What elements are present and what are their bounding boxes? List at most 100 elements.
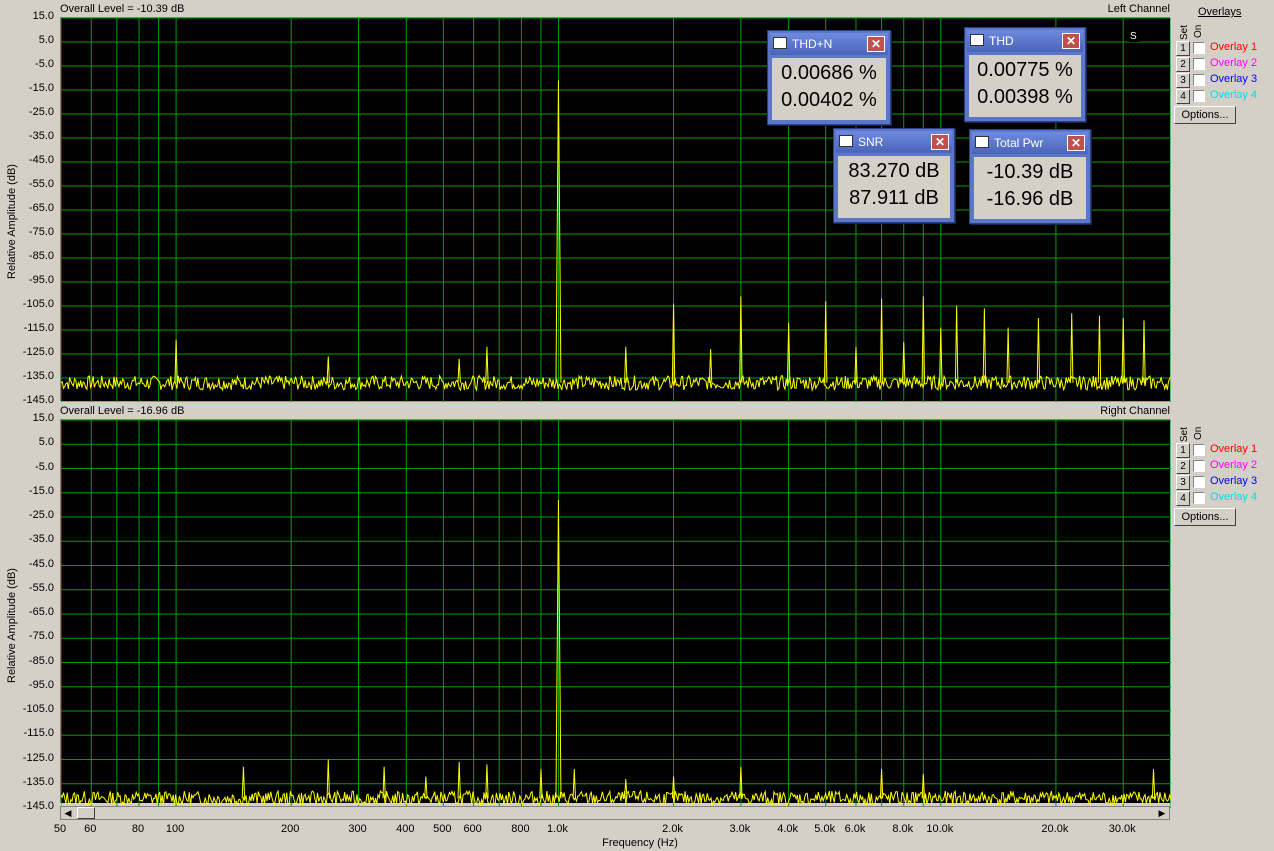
spectrum-plot-right[interactable] [60,419,1171,808]
y-tick-label: -115.0 [23,322,54,334]
scroll-thumb[interactable] [77,807,95,819]
right-overlay-row: 2 Overlay 2 [1174,459,1272,474]
y-tick-label: 5.0 [38,34,54,46]
spectrum-peak [485,346,489,383]
snr-value-right: 87.911 dB [849,187,939,209]
snr-value-left: 83.270 dB [848,160,940,182]
scroll-right-icon[interactable]: ▶ [1155,807,1169,819]
options-button-right[interactable]: Options... [1174,508,1236,526]
y-tick-label: -135.0 [22,370,54,382]
overlay-label: Overlay 4 [1210,491,1258,503]
spectrum-peak [241,766,246,799]
meter-icon [839,135,853,147]
spectrum-peak [1070,313,1074,383]
y-tick-label: -25.0 [28,106,54,118]
meter-icon [970,34,984,46]
y-axis-label-left: Relative Amplitude (dB) [6,164,18,279]
spectrum-peak [1036,317,1041,383]
close-icon[interactable]: ✕ [1062,33,1080,49]
top-panel-header: Overall Level = -10.39 dB Left Channel [60,3,1170,17]
generator-wave-icon[interactable]: S [1128,26,1168,44]
total-power-value-right: -16.96 dB [986,188,1074,210]
thd-value-left: 0.00775 % [977,59,1073,81]
overlays-title[interactable]: Overlays [1198,6,1241,18]
left-overlay-row: 2 Overlay 2 [1174,57,1272,72]
right-overlay-row: 1 Overlay 1 [1174,443,1272,458]
y-tick-label: -25.0 [28,509,54,521]
scroll-left-icon[interactable]: ◀ [61,807,75,819]
overlay-label: Overlay 1 [1210,41,1258,53]
overlay-on-checkbox[interactable] [1193,90,1205,102]
options-button-left[interactable]: Options... [1174,106,1236,124]
overlay-label: Overlay 4 [1210,89,1258,101]
overlay-set-button[interactable]: 2 [1176,459,1190,474]
y-tick-label: -15.0 [28,484,54,497]
y-tick-label: -105.0 [22,703,54,715]
overlay-on-checkbox[interactable] [1193,492,1205,504]
thd-title: THD [989,34,1014,48]
left-set-label: Set [1179,24,1190,40]
overlay-set-button[interactable]: 3 [1176,73,1190,88]
close-icon[interactable]: ✕ [931,134,949,150]
right-overlay-row: 4 Overlay 4 [1174,491,1272,506]
x-tick-label: 3.0k [729,823,751,835]
overall-level-right: Overall Level = -16.96 dB [60,405,185,417]
x-tick-label: 400 [396,823,415,835]
spectrum-peak [424,776,428,799]
close-icon[interactable]: ✕ [1067,135,1085,151]
total-power-title: Total Pwr [994,136,1044,150]
x-tick-label: 600 [463,823,482,835]
x-tick-label: 30.0k [1108,823,1136,835]
overlay-label: Overlay 1 [1210,443,1258,455]
overlay-set-button[interactable]: 4 [1176,89,1190,104]
snr-meter[interactable]: SNR ✕ 83.270 dB 87.911 dB [833,128,955,223]
overlay-on-checkbox[interactable] [1193,42,1205,54]
overlay-label: Overlay 2 [1210,57,1258,69]
overlay-set-button[interactable]: 1 [1176,41,1190,56]
y-axis-label-right: Relative Amplitude (dB) [6,568,18,683]
thdn-meter[interactable]: THD+N ✕ 0.00686 % 0.00402 % [767,30,891,125]
overlay-on-checkbox[interactable] [1193,74,1205,86]
right-overlay-row: 3 Overlay 3 [1174,475,1272,490]
spectrum-peak [326,759,330,799]
overlay-on-checkbox[interactable] [1193,444,1205,456]
x-tick-label: 10.0k [926,823,954,835]
total-power-value-left: -10.39 dB [986,161,1074,183]
thd-value-right: 0.00398 % [977,86,1073,108]
x-tick-label: 800 [511,823,530,835]
meter-icon [773,37,787,49]
total-power-meter[interactable]: Total Pwr ✕ -10.39 dB -16.96 dB [969,129,1091,224]
y-tick-label: -35.0 [28,533,54,546]
overlay-set-button[interactable]: 1 [1176,443,1190,458]
overlay-on-checkbox[interactable] [1193,460,1205,472]
y-tick-label: -15.0 [28,82,54,94]
spectrum-peak [326,356,330,383]
close-icon[interactable]: ✕ [867,36,885,52]
overlay-set-button[interactable]: 2 [1176,57,1190,72]
spectrum-peak [457,761,461,799]
overlay-set-button[interactable]: 4 [1176,491,1190,506]
y-tick-label: 15.0 [32,10,54,22]
overlay-label: Overlay 3 [1210,475,1258,487]
channel-label-right: Right Channel [1100,405,1170,417]
channel-label-left: Left Channel [1107,3,1170,15]
thd-meter[interactable]: THD ✕ 0.00775 % 0.00398 % [964,27,1086,122]
x-scrollbar[interactable]: ◀ ▶ [60,806,1170,820]
y-tick-label: -115.0 [23,727,54,740]
spectrum-peak [457,358,461,383]
bottom-panel-header: Overall Level = -16.96 dB Right Channel [60,405,1170,419]
noise-floor-trace [61,789,1171,807]
x-tick-label: 200 [281,823,300,835]
x-axis-label: Frequency (Hz) [602,837,678,849]
thdn-value-left: 0.00686 % [781,62,877,84]
y-tick-label: -135.0 [22,775,54,788]
left-overlay-row: 1 Overlay 1 [1174,41,1272,56]
spectrum-peak [982,308,987,383]
spectrum-peak [1097,315,1102,383]
x-tick-label: 4.0k [777,823,799,835]
overlay-on-checkbox[interactable] [1193,58,1205,70]
overlay-set-button[interactable]: 3 [1176,475,1190,490]
svg-text:S: S [1130,31,1137,42]
x-tick-label: 60 [84,823,97,835]
overlay-on-checkbox[interactable] [1193,476,1205,488]
